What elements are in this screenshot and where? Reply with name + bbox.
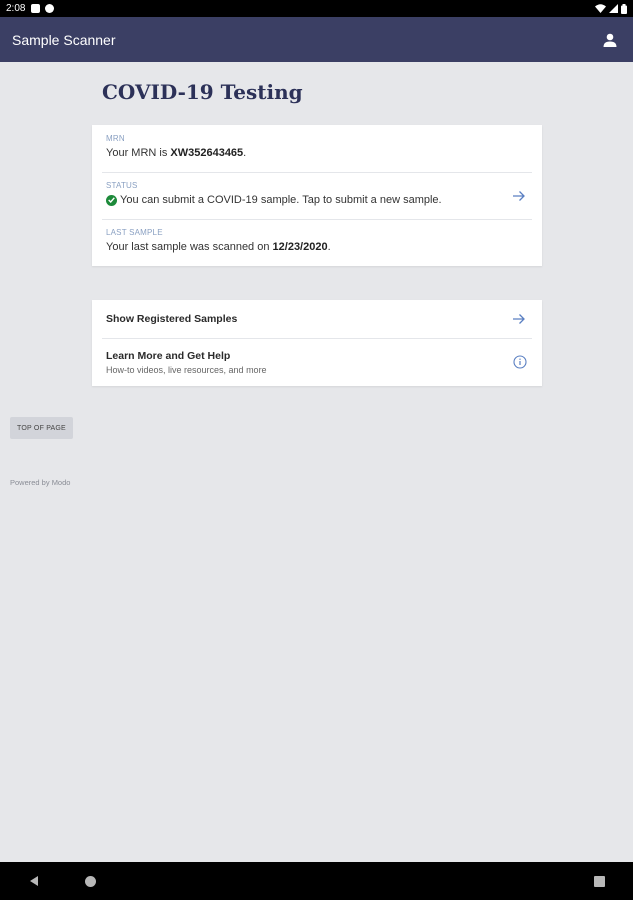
info-card: MRN Your MRN is XW352643465. STATUS You … — [92, 125, 542, 266]
top-of-page-button[interactable]: TOP OF PAGE — [10, 417, 73, 439]
mrn-value: XW352643465 — [170, 147, 244, 159]
account-icon — [603, 33, 617, 47]
wifi-icon — [595, 4, 606, 13]
learn-more-link[interactable]: Learn More and Get Help How-to videos, l… — [92, 338, 542, 386]
mrn-prefix: Your MRN is — [106, 147, 171, 159]
home-icon[interactable] — [85, 876, 96, 887]
arrow-right-icon — [513, 190, 525, 201]
learn-more-subtitle: How-to videos, live resources, and more — [106, 364, 267, 375]
powered-by-text: Powered by Modo — [10, 478, 71, 487]
show-registered-samples-label: Show Registered Samples — [106, 313, 238, 325]
status-bar: 2:08 — [0, 0, 633, 17]
check-circle-icon — [106, 194, 117, 206]
app-bar: Sample Scanner — [0, 17, 633, 62]
status-row[interactable]: STATUS You can submit a COVID-19 sample.… — [92, 172, 542, 219]
last-sample-label: LAST SAMPLE — [106, 228, 163, 237]
last-sample-row: LAST SAMPLE Your last sample was scanned… — [92, 219, 542, 266]
last-sample-suffix: . — [327, 241, 331, 253]
status-time: 2:08 — [6, 3, 26, 14]
last-sample-date: 12/23/2020 — [272, 241, 328, 253]
learn-more-label: Learn More and Get Help — [106, 349, 231, 362]
status-message: You can submit a COVID-19 sample. Tap to… — [120, 194, 442, 206]
sync-icon — [45, 4, 55, 13]
navigation-bar — [0, 862, 633, 900]
mrn-suffix: . — [243, 147, 247, 159]
mrn-label: MRN — [106, 134, 125, 143]
mrn-row: MRN Your MRN is XW352643465. — [92, 125, 542, 172]
signal-icon — [609, 4, 618, 13]
notification-icon — [31, 4, 41, 13]
back-icon[interactable] — [28, 875, 40, 887]
links-card: Show Registered Samples Learn More and G… — [92, 300, 542, 386]
recent-apps-icon[interactable] — [594, 876, 605, 887]
account-button[interactable] — [599, 29, 621, 51]
status-label: STATUS — [106, 181, 138, 190]
app-title: Sample Scanner — [12, 31, 116, 48]
status-text: You can submit a COVID-19 sample. Tap to… — [106, 194, 528, 206]
last-sample-prefix: Your last sample was scanned on — [106, 241, 273, 253]
info-icon — [513, 355, 527, 369]
status-indicators — [595, 3, 627, 14]
last-sample-text: Your last sample was scanned on 12/23/20… — [106, 241, 528, 253]
battery-icon — [621, 3, 627, 14]
page-title: COVID-19 Testing — [102, 80, 303, 104]
arrow-right-icon — [513, 314, 525, 324]
show-registered-samples-link[interactable]: Show Registered Samples — [92, 300, 542, 338]
mrn-text: Your MRN is XW352643465. — [106, 147, 528, 159]
